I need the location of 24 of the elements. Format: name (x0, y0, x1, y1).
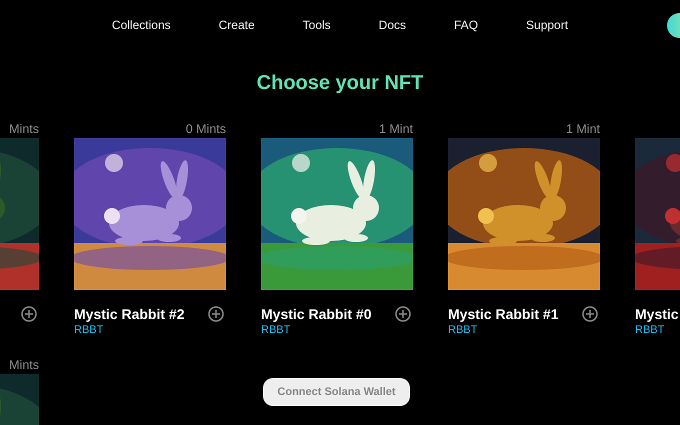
mint-count: 1 Mint (378, 122, 413, 136)
nav-link[interactable]: Tools (302, 16, 331, 34)
nav-link[interactable]: Create (218, 16, 255, 34)
nft-title: Mystic (635, 304, 679, 322)
add-icon[interactable] (395, 306, 411, 322)
nft-title: Mystic Rabbit #1 (448, 304, 558, 322)
nft-symbol: RBBT (74, 322, 104, 336)
nft-symbol: RBBT (261, 322, 292, 336)
nft-title: Mystic Rabbit #0 (261, 304, 372, 322)
nav-link[interactable]: Collections (112, 16, 171, 34)
mint-count: Mints (9, 358, 39, 372)
page-heading: Choose your NFT (256, 71, 424, 96)
nft-symbol: RBBT (448, 322, 478, 336)
nft-symbol: RBBT (635, 322, 666, 336)
nav-link[interactable]: FAQ (454, 16, 478, 34)
add-icon[interactable] (208, 306, 224, 322)
nav-link[interactable]: Support (526, 16, 568, 34)
mint-count: 1 Mint (566, 122, 600, 136)
add-icon[interactable] (21, 306, 37, 322)
nft-title: Mystic Rabbit #2 (74, 304, 184, 322)
add-icon[interactable] (582, 306, 598, 322)
nav-link[interactable]: Docs (378, 16, 406, 34)
mint-count: 0 Mints (186, 122, 226, 136)
mint-count: Mints (9, 122, 39, 136)
